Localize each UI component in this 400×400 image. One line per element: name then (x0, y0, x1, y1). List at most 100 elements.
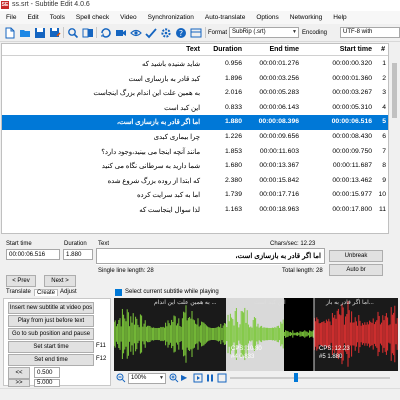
table-row[interactable]: کبد قادر به بازسازی است 1.896 00:00:03.256… (2, 72, 388, 87)
menu-tools[interactable]: Tools (50, 14, 65, 21)
col-text-header[interactable]: Text (186, 46, 200, 53)
menu-auto-translate[interactable]: Auto-translate (205, 14, 245, 21)
cell-text: چرا بیماری کبدی (153, 134, 200, 141)
waveform-seg-mid-text: این کبد است (254, 300, 286, 306)
fullscreen-icon[interactable] (217, 373, 227, 383)
tab-translate[interactable]: Translate (6, 289, 31, 295)
auto-br-button[interactable]: Auto br (329, 264, 383, 276)
menu-options[interactable]: Options (256, 14, 278, 21)
go-to-sub-button[interactable]: Go to sub position and pause (8, 328, 94, 340)
set-start-time-button[interactable]: Set start time (8, 341, 94, 353)
col-num-header[interactable]: # (381, 46, 385, 53)
cell-start-time: 00:00:01.360 (332, 74, 372, 82)
tab-create[interactable]: Create (34, 289, 59, 296)
menu-spell-check[interactable]: Spell check (76, 14, 109, 21)
cell-end-time: 00:00:01.276 (259, 60, 299, 67)
text-input-bottom (96, 264, 325, 265)
chevron-down-icon: ▼ (159, 375, 164, 381)
start-time-field[interactable]: 00:00:06.516 (6, 249, 60, 260)
play-before-text-button[interactable]: Play from just before text (8, 315, 94, 327)
frame-icon[interactable] (193, 373, 203, 383)
table-row[interactable]: این کبد است 0.833 00:00:06.143 00:00:05.310… (2, 101, 388, 116)
cell-end-time: 00:00:09.656 (259, 133, 299, 140)
save-as-icon[interactable] (48, 26, 61, 39)
waveform-controls: 100% ▼ ▶ (114, 371, 400, 385)
menu-synchronization[interactable]: Synchronization (148, 14, 194, 21)
step-fwd-seconds[interactable]: 5.000 (34, 379, 60, 387)
pause-icon[interactable] (205, 373, 215, 383)
replace-icon[interactable] (81, 26, 94, 39)
table-row[interactable]: چرا بیماری کبدی 1.226 00:00:09.656 00:00:08… (2, 130, 388, 145)
duration-field[interactable]: 1.880 (63, 249, 93, 260)
cell-end-time: 00:00:06.143 (259, 103, 299, 111)
help-icon[interactable]: ? (174, 26, 187, 39)
waveform-position-track[interactable] (230, 377, 390, 379)
step-back-button[interactable]: << (8, 367, 30, 379)
cell-end-time: 00:00:05.283 (259, 89, 299, 97)
encoding-select[interactable]: UTF-8 with (340, 27, 400, 38)
menu-edit[interactable]: Edit (27, 14, 38, 21)
set-start-shortcut: F11 (96, 343, 106, 349)
select-while-playing-checkbox[interactable] (115, 289, 122, 296)
find-icon[interactable] (66, 26, 79, 39)
waveform-position-slider[interactable] (294, 373, 298, 382)
zoom-in-icon[interactable] (169, 373, 179, 383)
scrollbar-thumb[interactable] (392, 63, 397, 118)
zoom-out-icon[interactable] (116, 373, 126, 383)
duration-label: Duration (64, 241, 87, 247)
waveform-cps-right: CPS: 12.23 (319, 346, 350, 352)
menu-file[interactable]: File (6, 14, 16, 21)
table-row[interactable]: لذا سوال اینجاست که 1.163 00:00:18.963 00:0… (2, 203, 388, 218)
status-bar (0, 388, 400, 400)
table-row[interactable]: به همین علت این اندام بزرگ اینجاست 2.016 0… (2, 86, 388, 101)
unbreak-button[interactable]: Unbreak (329, 250, 383, 262)
tab-adjust[interactable]: Adjust (60, 289, 77, 295)
cell-duration: 1.226 (224, 133, 242, 140)
table-row[interactable]: اما اگر قادر به بازسازی است، 1.880 00:00:0… (2, 115, 388, 130)
next-button[interactable]: Next > (44, 275, 76, 287)
set-end-time-button[interactable]: Set end time (8, 354, 94, 366)
video-icon[interactable] (114, 26, 127, 39)
table-row[interactable]: شما دارید به سرطانی نگاه می کنید 1.680 00:… (2, 159, 388, 174)
prev-button[interactable]: < Prev (6, 275, 36, 287)
subtitle-grid[interactable]: Text Duration End time Start time # شاید… (1, 43, 389, 234)
waveform-num-left: #4 0.833 (231, 354, 255, 360)
layout-icon[interactable] (189, 26, 202, 39)
save-icon[interactable] (33, 26, 46, 39)
step-back-seconds[interactable]: 0.500 (34, 367, 60, 378)
menu-help[interactable]: Help (333, 14, 346, 21)
open-file-icon[interactable] (18, 26, 31, 39)
step-fwd-button[interactable]: >> (8, 379, 30, 387)
cell-text: شما دارید به سرطانی نگاه می کنید (101, 163, 200, 171)
col-end-header[interactable]: End time (269, 46, 299, 53)
subtitle-text-value: اما اگر قادر به بازسازی است، (235, 253, 321, 260)
waveform-panel[interactable]: به همین علت این اندام ... این کبد است ام… (114, 298, 398, 371)
new-file-icon[interactable] (3, 26, 16, 39)
format-label: Format (208, 30, 228, 36)
col-duration-header[interactable]: Duration (213, 46, 242, 53)
settings-icon[interactable] (159, 26, 172, 39)
menu-networking[interactable]: Networking (290, 14, 323, 21)
table-row[interactable]: اما به کبد سرایت کرده 1.739 00:00:17.716 00… (2, 188, 388, 203)
fix-errors-icon[interactable] (99, 26, 112, 39)
table-row[interactable]: شاید شنیده باشید که 0.956 00:00:01.276 00:0… (2, 57, 388, 72)
cell-text: کبد قادر به بازسازی است (128, 75, 200, 83)
table-row[interactable]: مانند آنچه اینجا می بینید،وجود دارد؟ 1.85… (2, 145, 388, 160)
spell-check-icon[interactable] (144, 26, 157, 39)
grid-header: Text Duration End time Start time # (2, 44, 388, 56)
cell-text: این کبد است (164, 104, 200, 112)
start-time-value: 00:00:06.516 (9, 251, 46, 258)
table-row[interactable]: که ابتدا از روده بزرگ شروع شده 2.380 00:00… (2, 174, 388, 189)
cell-start-time: 00:00:09.750 (332, 147, 372, 155)
grid-scrollbar[interactable] (390, 43, 399, 234)
visual-sync-icon[interactable] (129, 26, 142, 39)
subtitle-text-input[interactable]: اما اگر قادر به بازسازی است، (96, 248, 325, 264)
toolbar: ? Format SubRip (.srt) ▼ Encoding UTF-8 w… (0, 24, 400, 42)
menu-video[interactable]: Video (120, 14, 137, 21)
cell-text: به همین علت این اندام بزرگ اینجاست (93, 90, 200, 98)
insert-subtitle-button[interactable]: Insert new subtitle at video pos (8, 302, 94, 314)
format-select[interactable]: SubRip (.srt) ▼ (229, 27, 299, 38)
play-icon[interactable]: ▶ (181, 373, 191, 383)
col-start-header[interactable]: Start time (340, 46, 372, 53)
zoom-select[interactable]: 100% ▼ (128, 373, 166, 384)
